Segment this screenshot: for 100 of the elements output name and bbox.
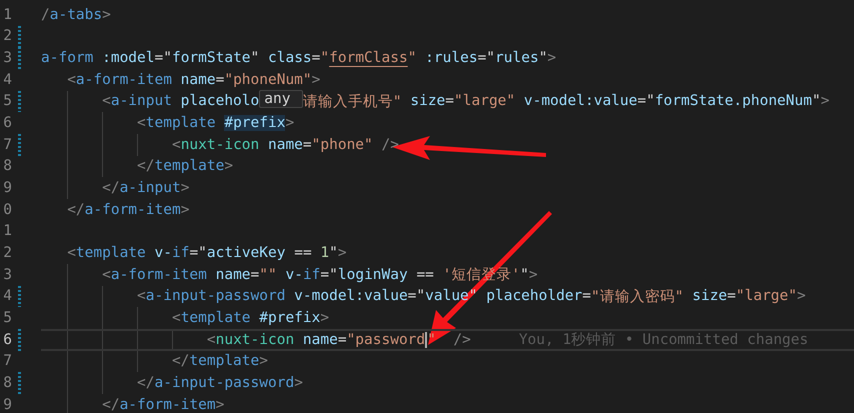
code-token: if bbox=[302, 266, 320, 283]
code-token: :model bbox=[101, 50, 154, 66]
code-token: =" bbox=[478, 50, 496, 66]
line-number: 5 bbox=[2, 310, 12, 326]
code-token: formClass bbox=[329, 50, 408, 66]
code-token: nuxt-icon bbox=[216, 332, 294, 348]
code-token: > bbox=[797, 288, 806, 304]
code-token: name bbox=[214, 266, 251, 283]
code-token: "phoneNum" bbox=[224, 72, 312, 88]
code-token: " bbox=[329, 245, 338, 262]
code-token: < bbox=[66, 245, 76, 262]
code-token: 请输入手机号" bbox=[302, 92, 402, 111]
code-token: = bbox=[250, 266, 260, 283]
code-token: = bbox=[727, 288, 736, 304]
line-number: 4 bbox=[2, 72, 12, 88]
code-token: > bbox=[285, 115, 294, 132]
code-token: </ bbox=[136, 374, 154, 391]
blame-annotation: You, 1秒钟前 • Uncommitted changes bbox=[518, 331, 808, 350]
code-token: = bbox=[216, 72, 224, 88]
code-token: == bbox=[293, 245, 313, 262]
line-number: 5 bbox=[2, 93, 12, 110]
code-token: template bbox=[76, 245, 146, 262]
code-token: > bbox=[547, 50, 556, 66]
code-token: =" bbox=[637, 93, 655, 110]
line-number: 7 bbox=[2, 353, 12, 370]
code-token: placeholder bbox=[485, 288, 582, 304]
code-token: == bbox=[415, 266, 435, 283]
code-token: name bbox=[302, 332, 338, 348]
code-token: name bbox=[180, 72, 216, 88]
code-token: > bbox=[294, 374, 303, 391]
code-token: " bbox=[538, 50, 548, 66]
code-token: a-input-password bbox=[146, 288, 286, 304]
code-token: rules bbox=[495, 50, 539, 66]
code-token: loginWay bbox=[338, 266, 408, 283]
code-token: v-model:value bbox=[293, 288, 408, 304]
line-number: 3 bbox=[2, 266, 12, 283]
code-token: > bbox=[312, 72, 320, 88]
code-token: a-form bbox=[41, 50, 94, 66]
code-token: a-form-item bbox=[76, 72, 172, 88]
code-token: < bbox=[206, 332, 216, 348]
code-token: "password bbox=[346, 332, 428, 348]
code-token: =" bbox=[320, 266, 338, 283]
code-token: :rules bbox=[424, 50, 478, 66]
code-token: v- bbox=[153, 245, 172, 262]
code-token: activeKey bbox=[206, 245, 286, 262]
code-token: < bbox=[170, 310, 181, 326]
highlighted-code-token: #prefix bbox=[224, 115, 286, 132]
line-number: 9 bbox=[2, 180, 12, 196]
code-token: placeholo bbox=[180, 93, 260, 110]
code-token: =" bbox=[189, 245, 207, 262]
code-token: > bbox=[528, 266, 538, 283]
code-token: < bbox=[170, 136, 181, 153]
line-number: 8 bbox=[2, 374, 12, 391]
code-token: "" bbox=[259, 266, 277, 283]
line-number: 9 bbox=[2, 396, 12, 413]
code-token: nuxt-icon bbox=[180, 136, 260, 153]
code-token: = bbox=[338, 332, 347, 348]
code-token: "large" bbox=[454, 93, 516, 110]
code-token: " bbox=[408, 50, 416, 66]
line-number: 2 bbox=[2, 245, 12, 262]
code-token: =" bbox=[154, 50, 172, 66]
line-number: 6 bbox=[2, 115, 12, 132]
code-token: a-form-item bbox=[120, 396, 216, 413]
code-token: 1 bbox=[320, 245, 330, 262]
code-token: template bbox=[189, 353, 260, 370]
code-token: formState.phoneNum bbox=[654, 93, 812, 110]
code-token: " bbox=[468, 288, 478, 304]
code-token: / bbox=[41, 6, 50, 23]
code-token: a-tabs bbox=[50, 6, 102, 23]
code-token: name bbox=[266, 136, 303, 153]
code-token: a-input-password bbox=[154, 374, 294, 391]
code-token: > bbox=[820, 93, 830, 110]
code-token: formState bbox=[172, 50, 251, 66]
code-token: '短信登录' bbox=[442, 266, 520, 284]
code-token: template bbox=[180, 310, 251, 326]
code-token: "请输入密码" bbox=[591, 288, 684, 306]
code-token: > bbox=[338, 245, 347, 262]
code-token: class bbox=[268, 50, 312, 66]
code-token: = bbox=[302, 136, 312, 153]
code-token: > bbox=[180, 202, 190, 218]
code-token: template bbox=[154, 158, 224, 174]
code-token: > bbox=[224, 158, 234, 174]
code-token: /> bbox=[452, 332, 471, 348]
line-number: 8 bbox=[2, 158, 12, 174]
code-token: "phone" bbox=[312, 136, 373, 153]
code-token: "large" bbox=[736, 288, 797, 304]
line-number: 3 bbox=[2, 50, 12, 66]
code-token: =" bbox=[408, 288, 426, 304]
code-token: < bbox=[136, 115, 146, 132]
code-token: " bbox=[250, 50, 260, 66]
type-tooltip: any bbox=[259, 90, 303, 108]
code-token: < bbox=[66, 72, 76, 88]
code-token: = bbox=[582, 288, 592, 304]
line-number: 2 bbox=[2, 28, 12, 44]
code-token: > bbox=[216, 396, 224, 413]
code-token: a-input bbox=[120, 180, 181, 196]
code-token: = bbox=[312, 50, 320, 66]
code-token: a-form-item bbox=[110, 266, 207, 283]
code-token: </ bbox=[170, 353, 190, 370]
code-token: a-form-item bbox=[84, 202, 181, 218]
